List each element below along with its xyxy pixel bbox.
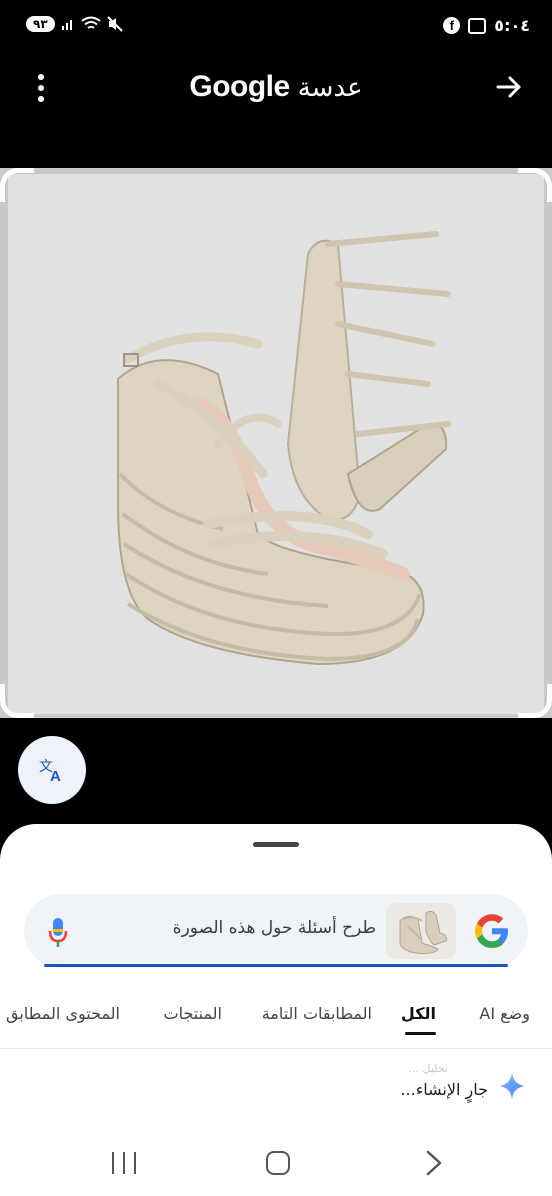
system-nav-bar bbox=[0, 1142, 552, 1196]
app-title: Google عدسة bbox=[0, 70, 552, 104]
status-left: ٩٣ bbox=[26, 16, 123, 32]
tab-active-indicator bbox=[405, 1032, 436, 1035]
crop-handle-top-left[interactable] bbox=[0, 168, 34, 202]
home-icon[interactable] bbox=[266, 1151, 290, 1175]
status-right: f ٥:٠٤ bbox=[443, 16, 530, 35]
sandals-photo bbox=[8, 174, 544, 714]
ai-sparkle-icon bbox=[499, 1073, 525, 1099]
results-sheet: طرح أسئلة حول هذه الصورة وضع AI الكل الم… bbox=[0, 824, 552, 1196]
sheet-drag-handle[interactable] bbox=[253, 842, 299, 847]
tab-all[interactable]: الكل bbox=[401, 1004, 436, 1023]
svg-text:A: A bbox=[50, 768, 61, 783]
title-product: عدسة bbox=[297, 73, 363, 103]
google-logo-icon bbox=[475, 914, 508, 948]
generating-label: جارٍ الإنشاء... bbox=[400, 1080, 488, 1099]
tab-exact-matches[interactable]: المطابقات التامة bbox=[262, 1004, 372, 1023]
tab-visual-matches[interactable]: المحتوى المطابق bbox=[6, 1004, 120, 1023]
tab-products[interactable]: المنتجات bbox=[164, 1004, 223, 1023]
result-tabs: وضع AI الكل المطابقات التامة المنتجات ال… bbox=[0, 992, 552, 1048]
wifi-icon bbox=[81, 16, 101, 29]
translate-button[interactable]: 文 A bbox=[18, 736, 86, 804]
search-input[interactable]: طرح أسئلة حول هذه الصورة bbox=[173, 918, 376, 938]
arrow-right-icon[interactable] bbox=[494, 72, 524, 102]
translate-icon: 文 A bbox=[39, 759, 61, 783]
title-brand: Google bbox=[189, 70, 290, 103]
microphone-icon[interactable] bbox=[48, 916, 68, 948]
signal-icon bbox=[61, 20, 72, 30]
crop-handle-bottom-left[interactable] bbox=[0, 684, 34, 718]
app-bar: Google عدسة bbox=[0, 56, 552, 126]
facebook-icon: f bbox=[443, 17, 461, 34]
image-viewer[interactable] bbox=[0, 168, 552, 718]
recents-icon[interactable] bbox=[112, 1152, 136, 1176]
clock: ٥:٠٤ bbox=[494, 16, 530, 35]
crop-handle-top-right[interactable] bbox=[518, 168, 552, 202]
query-image-thumbnail[interactable] bbox=[386, 903, 456, 959]
generating-faded-text: تحليل ... bbox=[408, 1062, 448, 1075]
back-icon[interactable] bbox=[420, 1148, 448, 1178]
status-bar: ٩٣ f ٥:٠٤ bbox=[0, 0, 552, 56]
battery-indicator: ٩٣ bbox=[26, 16, 55, 32]
search-bar[interactable]: طرح أسئلة حول هذه الصورة bbox=[24, 894, 528, 968]
ai-generating-status: تحليل ... جارٍ الإنشاء... bbox=[0, 1060, 552, 1120]
tabs-divider bbox=[0, 1048, 552, 1049]
crop-handle-bottom-right[interactable] bbox=[518, 684, 552, 718]
tab-ai-mode[interactable]: وضع AI bbox=[479, 1004, 530, 1023]
screenshot-icon bbox=[468, 17, 487, 34]
search-focus-underline bbox=[44, 964, 508, 967]
mute-icon bbox=[106, 16, 123, 32]
